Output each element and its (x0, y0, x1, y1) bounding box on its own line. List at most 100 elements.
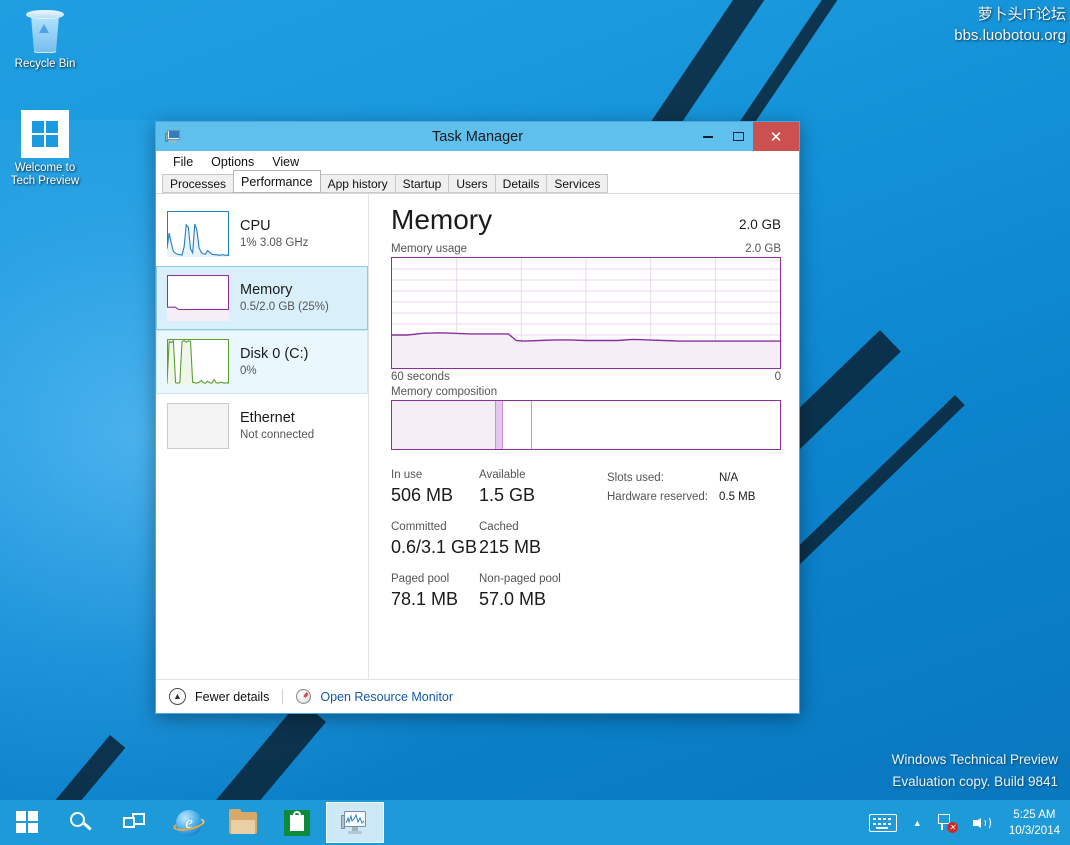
tab-processes[interactable]: Processes (162, 174, 235, 193)
menu-item-options[interactable]: Options (202, 153, 263, 171)
search-button[interactable] (54, 800, 108, 845)
stat-committed: Committed 0.6/3.1 GB (391, 520, 479, 559)
store-button[interactable] (270, 800, 324, 845)
sidebar-item-memory[interactable]: Memory 0.5/2.0 GB (25%) (156, 266, 368, 330)
composition-segment-modified (494, 401, 502, 449)
speaker-icon[interactable] (972, 814, 993, 832)
stat-slots-used: Slots used: N/A (607, 469, 755, 488)
memory-sparkline (167, 275, 229, 321)
task-view-button[interactable] (108, 800, 162, 845)
resource-monitor-icon[interactable] (296, 689, 312, 704)
stat-key: Cached (479, 521, 519, 533)
open-resource-monitor-link[interactable]: Open Resource Monitor (320, 690, 453, 704)
stat-value: 0.5 MB (719, 491, 756, 503)
composition-segment-standby (501, 401, 531, 449)
menu-item-view[interactable]: View (263, 153, 308, 171)
keyboard-icon[interactable] (868, 813, 897, 832)
stat-value: 78.1 MB (391, 589, 459, 609)
desktop-icon-welcome-tech-preview[interactable]: Welcome to Tech Preview (0, 110, 90, 188)
recycle-bin-icon (25, 8, 65, 54)
sidebar-item-cpu[interactable]: CPU 1% 3.08 GHz (156, 202, 368, 266)
desktop-icon-label-line2: Tech Preview (10, 175, 80, 187)
sidebar-item-sub: 0% (240, 365, 257, 377)
internet-explorer-button[interactable]: e (162, 800, 216, 845)
disk-sparkline (167, 339, 229, 385)
forum-watermark: 萝卜头IT论坛 bbs.luobotou.org (954, 4, 1066, 46)
memory-statistics: In use 506 MB Available 1.5 GB Committed… (391, 468, 781, 624)
sidebar-item-sub: 1% 3.08 GHz (240, 237, 309, 249)
desktop-icon-label: Recycle Bin (14, 58, 76, 70)
task-manager-icon (341, 810, 369, 835)
memory-composition-label: Memory composition (391, 386, 498, 398)
page-title: Memory (391, 204, 493, 235)
build-watermark-line2: Evaluation copy. Build 9841 (892, 774, 1058, 789)
stat-value: 57.0 MB (479, 589, 547, 609)
forum-watermark-line2: bbs.luobotou.org (954, 27, 1066, 44)
sidebar-item-title: Ethernet (240, 410, 295, 426)
window-titlebar[interactable]: Task Manager ✕ (156, 122, 799, 151)
sidebar-item-ethernet[interactable]: Ethernet Not connected (156, 394, 368, 458)
stat-key: Slots used: (607, 472, 664, 484)
tab-startup[interactable]: Startup (394, 174, 450, 193)
usage-chart-axis: 60 seconds 0 (391, 371, 781, 383)
stat-value: 215 MB (479, 537, 542, 557)
stat-key: Committed (391, 521, 447, 533)
build-watermark-line1: Windows Technical Preview (891, 752, 1058, 767)
chevron-up-icon[interactable]: ▲ (169, 688, 186, 705)
axis-label-right: 0 (774, 371, 781, 383)
tab-strip[interactable]: Processes Performance App history Startu… (156, 170, 799, 194)
tab-details[interactable]: Details (494, 174, 548, 193)
tab-services[interactable]: Services (546, 174, 609, 193)
file-explorer-button[interactable] (216, 800, 270, 845)
search-icon (70, 811, 92, 834)
fewer-details-button[interactable]: Fewer details (195, 690, 269, 704)
stat-key: Paged pool (391, 573, 450, 585)
desktop-icon-recycle-bin[interactable]: Recycle Bin (0, 8, 90, 71)
stat-non-paged-pool: Non-paged pool 57.0 MB (479, 572, 579, 611)
windows-logo-icon (15, 811, 39, 834)
resource-sidebar[interactable]: CPU 1% 3.08 GHz Memory 0.5/2.0 GB (25%) (156, 194, 369, 679)
build-watermark: Windows Technical Preview Evaluation cop… (892, 749, 1058, 793)
tab-app-history[interactable]: App history (319, 174, 396, 193)
stat-key: Non-paged pool (479, 573, 561, 585)
taskbar[interactable]: e ▲ ✕ 5:25 AM 10/3/2014 (0, 800, 1070, 845)
stat-in-use: In use 506 MB (391, 468, 479, 507)
window-footer[interactable]: ▲ Fewer details Open Resource Monitor (156, 679, 799, 713)
usage-chart-max: 2.0 GB (745, 243, 781, 255)
sidebar-item-title: Memory (240, 282, 293, 298)
clock-time: 5:25 AM (1013, 808, 1056, 821)
desktop-icon-label-line1: Welcome to (14, 162, 76, 174)
menu-item-file[interactable]: File (164, 153, 202, 171)
clock-date: 10/3/2014 (1008, 824, 1060, 837)
memory-composition-bar (391, 400, 781, 450)
clock[interactable]: 5:25 AM 10/3/2014 (1009, 807, 1060, 839)
stat-available: Available 1.5 GB (479, 468, 567, 507)
usage-chart-title: Memory usage (391, 243, 468, 255)
axis-label-left: 60 seconds (391, 371, 450, 383)
start-button[interactable] (0, 800, 54, 845)
detail-header: Memory 2.0 GB (391, 204, 781, 236)
stat-key: Available (479, 469, 526, 481)
tab-users[interactable]: Users (448, 174, 496, 193)
usage-chart-labels: Memory usage 2.0 GB (391, 243, 781, 255)
sidebar-item-text: CPU 1% 3.08 GHz (240, 217, 308, 251)
stat-row: Paged pool 78.1 MB Non-paged pool 57.0 M… (391, 572, 591, 611)
task-manager-body: CPU 1% 3.08 GHz Memory 0.5/2.0 GB (25%) (156, 194, 799, 679)
sidebar-item-disk[interactable]: Disk 0 (C:) 0% (156, 330, 368, 394)
task-manager-window[interactable]: Task Manager ✕ File Options View Process… (155, 121, 800, 714)
sidebar-item-sub: Not connected (240, 429, 315, 441)
stat-row: In use 506 MB Available 1.5 GB (391, 468, 591, 507)
system-tray[interactable]: ▲ ✕ 5:25 AM 10/3/2014 (868, 807, 1070, 839)
composition-segment-in-use (392, 401, 495, 449)
sidebar-item-text: Disk 0 (C:) 0% (240, 345, 308, 379)
sidebar-item-title: Disk 0 (C:) (240, 346, 309, 362)
performance-detail-pane: Memory 2.0 GB Memory usage 2.0 GB 60 sec… (369, 194, 799, 679)
stat-paged-pool: Paged pool 78.1 MB (391, 572, 479, 611)
window-title: Task Manager (431, 128, 524, 145)
stat-value: 0.6/3.1 GB (391, 537, 478, 557)
task-manager-button[interactable] (326, 802, 384, 843)
network-disconnected-icon[interactable]: ✕ (937, 813, 958, 833)
show-hidden-icons-chevron-up-icon[interactable]: ▲ (913, 818, 922, 828)
tab-performance[interactable]: Performance (233, 170, 321, 193)
memory-capacity: 2.0 GB (738, 217, 781, 232)
